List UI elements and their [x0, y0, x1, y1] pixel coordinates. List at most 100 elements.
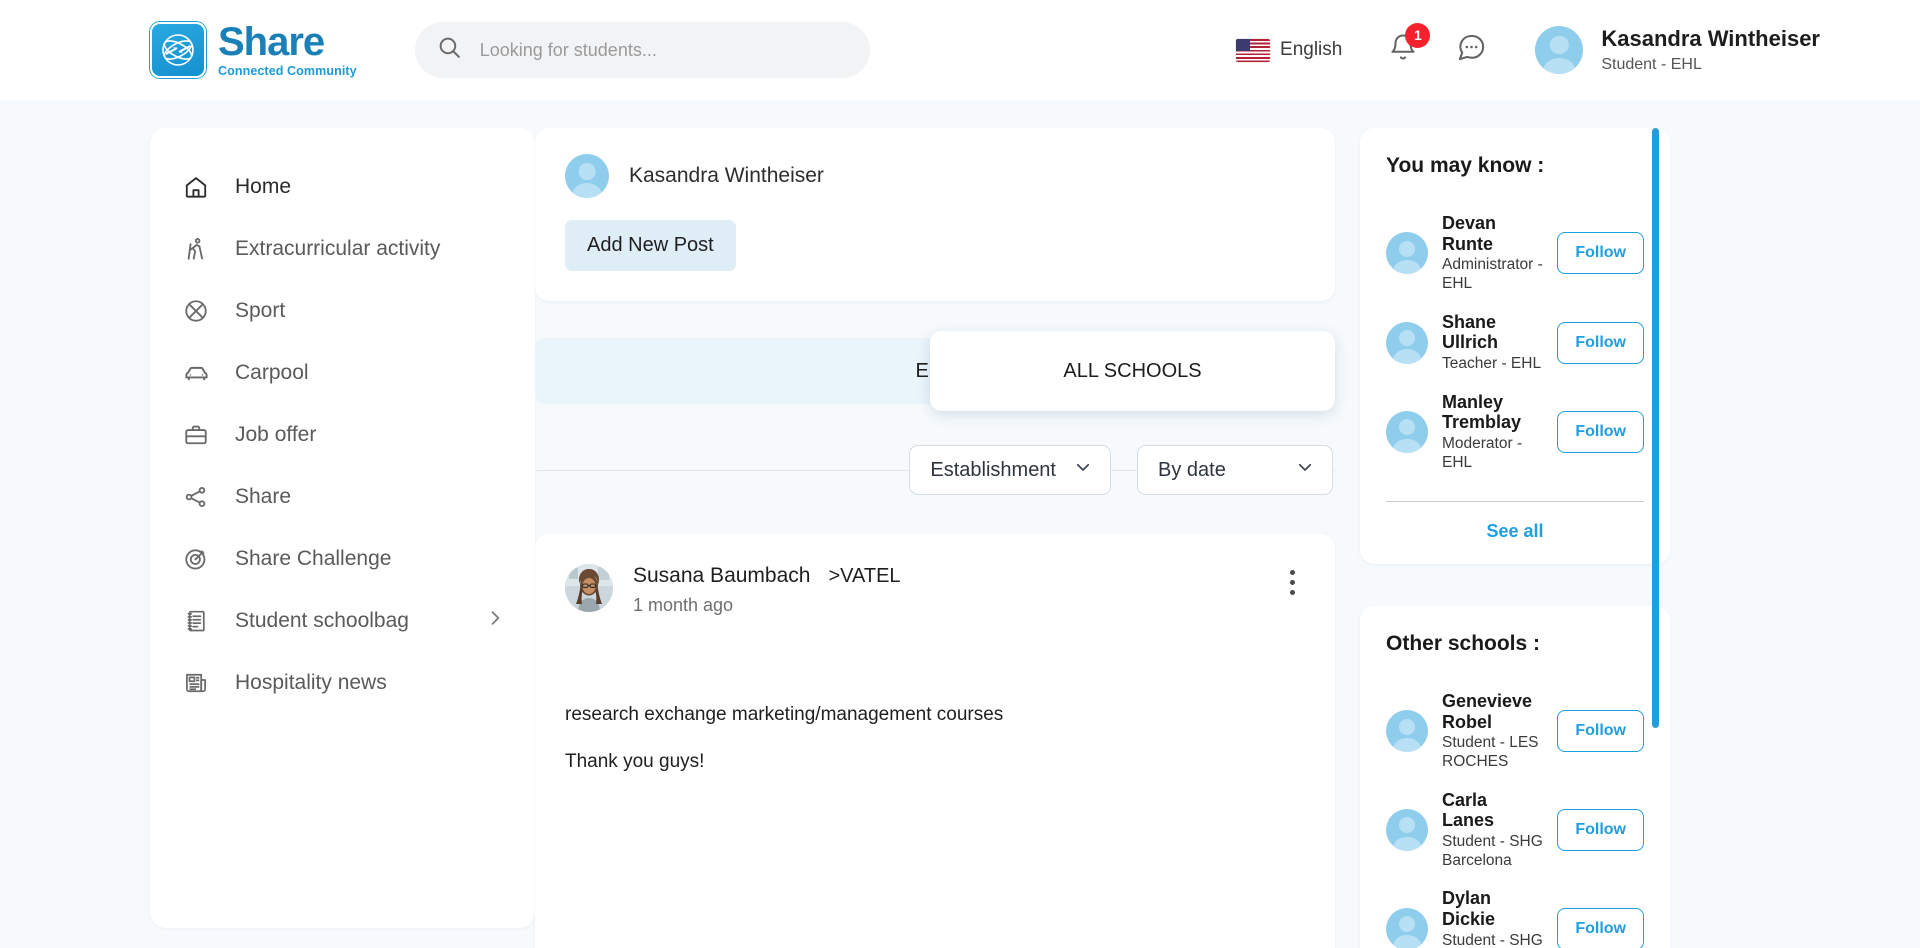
post-options-button[interactable]	[1280, 564, 1305, 601]
sidebar-item-label: Home	[235, 175, 291, 199]
right-rail-scrollbar[interactable]	[1652, 128, 1659, 728]
person-role: Student - SHG Barcelona	[1442, 932, 1543, 948]
avatar	[1386, 322, 1428, 364]
person-name: Shane Ullrich	[1442, 312, 1543, 353]
list-item[interactable]: Manley Tremblay Moderator - EHL Follow	[1386, 383, 1644, 482]
newspaper-icon	[182, 669, 210, 697]
avatar	[1386, 411, 1428, 453]
chat-bubble-icon	[1456, 32, 1487, 63]
basketball-icon	[182, 297, 210, 325]
sort-dropdown[interactable]: By date	[1137, 445, 1333, 495]
page-body: Home Extracurricular activity	[0, 100, 1920, 948]
sidebar-item-carpool[interactable]: Carpool	[150, 342, 535, 404]
sidebar-item-label: Student schoolbag	[235, 609, 409, 633]
person-name: Genevieve Robel	[1442, 691, 1543, 732]
feed-filters: Establishment By date	[535, 440, 1335, 500]
sidebar-item-label: Carpool	[235, 361, 309, 385]
other-schools-title: Other schools :	[1386, 632, 1644, 656]
person-name: Carla Lanes	[1442, 790, 1543, 831]
language-label: English	[1280, 39, 1342, 61]
sidebar-item-label: Hospitality news	[235, 671, 387, 695]
tab-all-schools[interactable]: ALL SCHOOLS	[930, 331, 1335, 411]
main-navigation: Home Extracurricular activity	[150, 128, 535, 928]
notifications-button[interactable]: 1	[1388, 33, 1418, 68]
hiking-icon	[182, 235, 210, 263]
other-schools-panel: Other schools : Genevieve Robel Student …	[1360, 606, 1670, 948]
sidebar-item-label: Share Challenge	[235, 547, 391, 571]
us-flag-icon	[1236, 39, 1270, 62]
follow-button[interactable]: Follow	[1557, 322, 1644, 364]
sidebar-item-home[interactable]: Home	[150, 156, 535, 218]
avatar	[565, 154, 609, 198]
target-icon	[182, 545, 210, 573]
app-header: Share Connected Community English 1	[0, 0, 1920, 100]
language-selector[interactable]: English	[1236, 39, 1342, 62]
list-item[interactable]: Devan Runte Administrator - EHL Follow	[1386, 204, 1644, 303]
person-role: Student - SHG Barcelona	[1442, 833, 1543, 870]
see-all-link[interactable]: See all	[1386, 502, 1644, 564]
add-new-post-button[interactable]: Add New Post	[565, 220, 736, 271]
follow-button[interactable]: Follow	[1557, 232, 1644, 274]
sidebar-item-label: Job offer	[235, 423, 316, 447]
sidebar-item-share-challenge[interactable]: Share Challenge	[150, 528, 535, 590]
home-icon	[182, 173, 210, 201]
feed-post: Susana Baumbach >VATEL 1 month ago resea…	[535, 534, 1335, 948]
sidebar-item-share[interactable]: Share	[150, 466, 535, 528]
brand-tagline: Connected Community	[218, 65, 357, 78]
you-may-know-panel: You may know : Devan Runte Administrator…	[1360, 128, 1670, 564]
spacer	[1360, 564, 1670, 606]
user-name: Kasandra Wintheiser	[1601, 26, 1820, 52]
user-role: Student - EHL	[1601, 56, 1820, 74]
chevron-down-icon	[1296, 458, 1314, 482]
sidebar-item-label: Sport	[235, 299, 285, 323]
list-item[interactable]: Shane Ullrich Teacher - EHL Follow	[1386, 303, 1644, 383]
composer-user-name: Kasandra Wintheiser	[629, 164, 824, 188]
user-menu[interactable]: Kasandra Wintheiser Student - EHL	[1535, 26, 1820, 74]
search-input[interactable]	[480, 40, 848, 61]
avatar	[1386, 232, 1428, 274]
avatar	[1535, 26, 1583, 74]
sidebar-item-extracurricular-activity[interactable]: Extracurricular activity	[150, 218, 535, 280]
car-icon	[182, 359, 210, 387]
person-role: Teacher - EHL	[1442, 355, 1543, 374]
share-globe-logo-icon	[150, 22, 206, 78]
search-icon	[437, 35, 462, 65]
follow-button[interactable]: Follow	[1557, 809, 1644, 851]
post-timestamp: 1 month ago	[633, 595, 901, 616]
post-composer: Kasandra Wintheiser Add New Post	[535, 128, 1335, 301]
notebook-icon	[182, 607, 210, 635]
brand-logo[interactable]: Share Connected Community	[150, 22, 357, 78]
notification-badge: 1	[1405, 23, 1430, 48]
post-author-name[interactable]: Susana Baumbach	[633, 564, 810, 588]
share-nodes-icon	[182, 483, 210, 511]
sidebar-item-hospitality-news[interactable]: Hospitality news	[150, 652, 535, 714]
post-body: research exchange marketing/management c…	[565, 704, 1305, 773]
sidebar-item-job-offer[interactable]: Job offer	[150, 404, 535, 466]
you-may-know-title: You may know :	[1386, 154, 1644, 178]
person-name: Manley Tremblay	[1442, 392, 1543, 433]
search-bar[interactable]	[415, 22, 870, 78]
messages-button[interactable]	[1456, 32, 1487, 68]
person-role: Student - LES ROCHES	[1442, 734, 1543, 771]
list-item[interactable]: Genevieve Robel Student - LES ROCHES Fol…	[1386, 682, 1644, 781]
post-author-school: >VATEL	[828, 565, 900, 588]
briefcase-icon	[182, 421, 210, 449]
establishment-dropdown-value: Establishment	[930, 459, 1056, 482]
chevron-down-icon	[1074, 458, 1092, 482]
establishment-dropdown[interactable]: Establishment	[909, 445, 1111, 495]
avatar	[1386, 710, 1428, 752]
sidebar-item-label: Extracurricular activity	[235, 237, 440, 261]
person-name: Dylan Dickie	[1442, 888, 1543, 929]
follow-button[interactable]: Follow	[1557, 411, 1644, 453]
chevron-right-icon[interactable]	[485, 608, 505, 634]
follow-button[interactable]: Follow	[1557, 710, 1644, 752]
avatar	[1386, 809, 1428, 851]
sidebar-item-sport[interactable]: Sport	[150, 280, 535, 342]
list-item[interactable]: Dylan Dickie Student - SHG Barcelona Fol…	[1386, 879, 1644, 948]
sidebar-item-student-schoolbag[interactable]: Student schoolbag	[150, 590, 535, 652]
school-scope-tabs: EHL ALL SCHOOLS	[535, 338, 1335, 404]
list-item[interactable]: Carla Lanes Student - SHG Barcelona Foll…	[1386, 781, 1644, 880]
person-name: Devan Runte	[1442, 213, 1543, 254]
person-role: Administrator - EHL	[1442, 256, 1543, 293]
follow-button[interactable]: Follow	[1557, 908, 1644, 948]
